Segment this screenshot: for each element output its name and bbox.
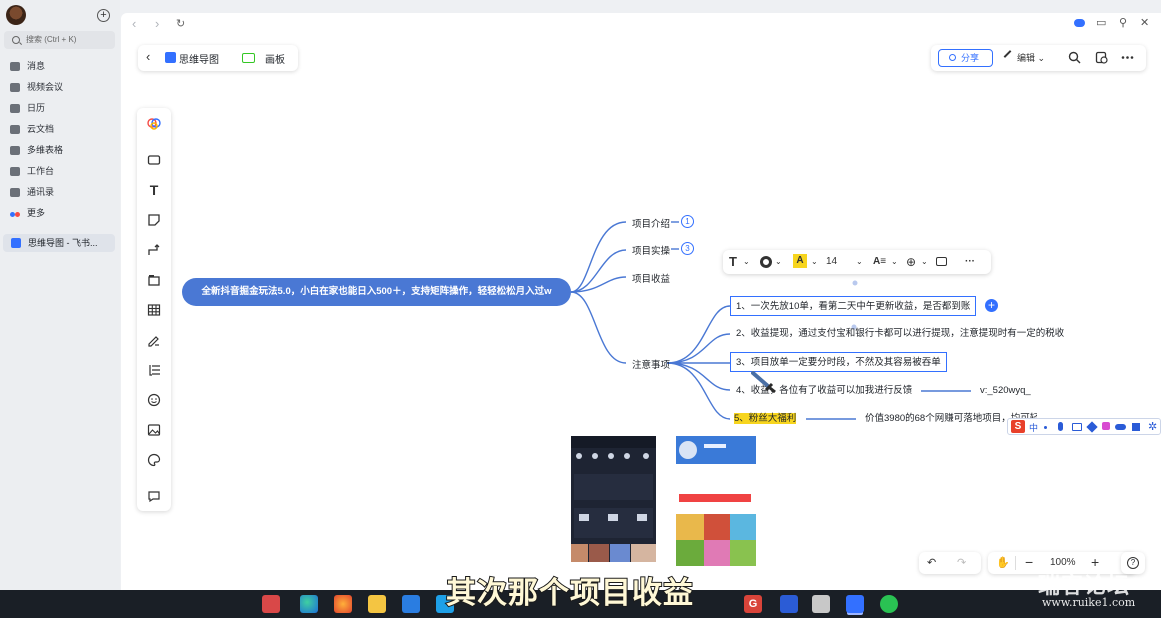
collapsed-count-badge[interactable]: 3 [681,242,694,255]
sidebar-item-more[interactable]: 更多 [10,206,45,220]
sidebar-item-docs[interactable]: 云文档 [10,122,54,136]
chevron-down-icon[interactable]: ⌄ [811,254,818,270]
node-format-toolbar: T ⌄ ⌄ A ⌄ 14 ⌄ A≡ ⌄ ⊕ ⌄ ··· [723,250,991,274]
zoom-out-icon[interactable]: − [1025,554,1033,570]
sidebar-item-base[interactable]: 多维表格 [10,143,63,157]
skin-icon[interactable] [1086,421,1098,433]
font-color-icon[interactable]: A [793,254,807,268]
more-apps-icon [10,209,20,218]
branch-project-intro[interactable]: 项目介绍 [632,216,670,230]
note-node-4-contact[interactable]: v:_520wyq_ [980,381,1031,401]
search-input[interactable]: 搜索 (Ctrl + K) [4,31,115,49]
sidebar-item-workplace[interactable]: 工作台 [10,164,54,178]
video-subtitle: 其次那个项目收益 [445,576,694,611]
app-icon[interactable] [402,595,420,613]
calendar-icon [10,104,20,113]
text-align-icon[interactable]: A≡ [873,254,886,270]
chevron-down-icon[interactable]: ⌄ [775,254,782,270]
firefox-icon[interactable] [334,595,352,613]
note-node-2[interactable]: 2、收益提现，通过支付宝和银行卡都可以进行提现，注意提现时有一定的税收 [736,324,1064,344]
border-color-icon[interactable] [760,256,772,268]
mindmap-root-node[interactable]: 全新抖音掘金玩法5.0，小白在家也能日入500＋，支持矩阵操作，轻轻松松月入过w [182,278,571,306]
open-doc-tab[interactable]: 思维导图 - 飞书... [3,234,115,252]
file-explorer-icon[interactable] [368,595,386,613]
grid-icon [10,167,20,176]
divider [1015,556,1016,570]
ime-mode-icon[interactable]: 中 [1029,421,1038,434]
redo-icon[interactable]: ↷ [957,556,966,569]
watermark-url: www.ruike1.com [1042,596,1136,609]
app-icon[interactable] [780,595,798,613]
avatar[interactable] [6,5,26,25]
table-icon [10,146,20,155]
undo-redo-bar: ↶ ↷ [919,552,981,574]
sidebar-item-meetings[interactable]: 视频会议 [10,80,63,94]
app-icon[interactable] [812,595,830,613]
contacts-icon [10,188,20,197]
chevron-down-icon[interactable]: ⌄ [743,254,750,270]
hand-tool-icon[interactable]: ✋ [996,556,1010,569]
video-icon [10,83,20,92]
zoom-level[interactable]: 100% [1050,557,1076,568]
ime-toolbar[interactable]: S 中 ✲ [1007,418,1161,435]
app-g-icon[interactable]: G [744,595,762,613]
keyboard-icon[interactable] [1072,423,1082,431]
mindmap-doc-icon [11,238,21,248]
search-icon [12,36,20,44]
phone-screenshot-image-2[interactable] [676,436,756,566]
microphone-icon[interactable] [1058,422,1063,431]
toolbox-icon[interactable] [1102,422,1110,430]
edge-browser-icon[interactable] [300,595,318,613]
branch-project-practice[interactable]: 项目实操 [632,243,670,257]
app-sidebar: + 搜索 (Ctrl + K) 消息 视频会议 日历 云文档 多维表格 工作台 … [0,0,120,590]
game-app-icon[interactable] [262,595,280,613]
phone-screenshot-image-1[interactable] [571,436,656,562]
font-size-select[interactable]: 14 [826,254,837,270]
cloud-doc-icon [10,125,20,134]
collapsed-count-badge[interactable]: 1 [681,215,694,228]
insert-plus-icon[interactable]: ⊕ [906,254,916,270]
punctuation-icon[interactable] [1044,426,1047,429]
wechat-icon[interactable] [880,595,898,613]
sword-cursor-icon [751,371,776,393]
undo-icon[interactable]: ↶ [927,556,936,569]
cloud-sync-icon[interactable] [1115,424,1126,430]
search-placeholder: 搜索 (Ctrl + K) [26,35,77,44]
comment-icon[interactable] [936,257,947,266]
note-node-3[interactable]: 3、项目放单一定要分时段，不然及其容易被吞单 [730,352,947,372]
create-plus-icon[interactable]: + [97,9,110,22]
branch-project-income[interactable]: 项目收益 [632,271,670,285]
message-icon [10,62,20,71]
more-icon[interactable]: ··· [965,254,975,270]
note-node-1[interactable]: 1、一次先放10单，看第二天中午更新收益，是否都到账 [730,296,977,316]
main-window: ‹ › ↻ ▭ ⚲ ✕ ‹ 思维导图 画板 分享 编辑 ⌄ T 全新抖音掘金玩法… [121,13,1161,590]
grid-icon[interactable] [1132,423,1140,431]
add-node-plus-icon[interactable]: + [985,299,998,312]
sogou-ime-icon[interactable]: S [1011,420,1025,433]
text-style-icon[interactable]: T [729,254,737,270]
sidebar-item-calendar[interactable]: 日历 [10,101,45,115]
chevron-down-icon[interactable]: ⌄ [921,254,928,270]
settings-gear-icon[interactable]: ✲ [1148,420,1157,433]
chevron-down-icon[interactable]: ⌄ [856,254,863,270]
feishu-app-icon[interactable] [846,595,864,613]
note-node-5[interactable]: 5、粉丝大福利 [734,409,797,429]
chevron-down-icon[interactable]: ⌄ [891,254,898,270]
sidebar-item-messages[interactable]: 消息 [10,59,45,73]
sidebar-item-contacts[interactable]: 通讯录 [10,185,54,199]
branch-notes[interactable]: 注意事项 [632,357,670,371]
highlighted-text: 5、粉丝大福利 [734,413,797,424]
